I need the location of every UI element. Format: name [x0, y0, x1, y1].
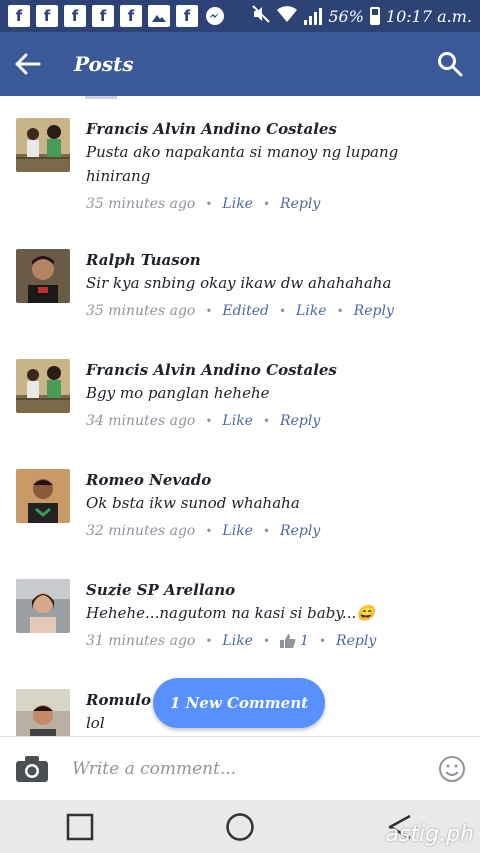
- separator-dot: •: [205, 197, 213, 211]
- separator-dot: •: [205, 524, 213, 538]
- comment-body: Suzie SP Arellano Hehehe...nagutom na ka…: [86, 579, 466, 649]
- comment-meta: 34 minutes ago • Like • Reply: [86, 413, 466, 429]
- gallery-notification-icon: [148, 5, 170, 27]
- comment-time: 32 minutes ago: [86, 523, 196, 539]
- sticker-button[interactable]: [424, 737, 480, 801]
- comment-meta: 35 minutes ago • Like • Reply: [86, 196, 466, 212]
- comment-input[interactable]: [72, 758, 402, 779]
- like-count[interactable]: 1: [280, 633, 309, 649]
- mute-icon: [252, 5, 271, 27]
- reply-button[interactable]: Reply: [354, 303, 394, 319]
- signal-icon: [304, 7, 323, 25]
- like-button[interactable]: Like: [222, 523, 253, 539]
- comment-body: Francis Alvin Andino Costales Bgy mo pan…: [86, 359, 466, 429]
- comment-body: Francis Alvin Andino Costales Pusta ako …: [86, 118, 466, 212]
- like-button[interactable]: Like: [222, 413, 253, 429]
- comment-body: Ralph Tuason Sir kya snbing okay ikaw dw…: [86, 249, 466, 319]
- comment-time: 34 minutes ago: [86, 413, 196, 429]
- app-bar: Posts: [0, 32, 480, 96]
- system-status: 56% 10:17 a.m.: [252, 5, 472, 27]
- separator-dot: •: [205, 414, 213, 428]
- battery-icon: [369, 7, 380, 25]
- reply-button[interactable]: Reply: [280, 413, 320, 429]
- facebook-notification-icon: f: [8, 5, 30, 27]
- separator-dot: •: [318, 634, 327, 648]
- camera-icon: [16, 755, 48, 782]
- separator-dot: •: [205, 634, 213, 648]
- circle-icon: [226, 812, 254, 841]
- smiley-icon: [439, 755, 465, 782]
- comment-meta: 35 minutes ago • Edited • Like • Reply: [86, 303, 466, 319]
- like-button[interactable]: Like: [296, 303, 327, 319]
- commenter-name[interactable]: Suzie SP Arellano: [86, 579, 466, 601]
- comment-composer: [0, 736, 480, 800]
- comment-text: Hehehe...nagutom na kasi si baby...😄: [86, 604, 375, 622]
- separator-dot: •: [205, 304, 213, 318]
- thumbs-up-icon: [280, 634, 296, 648]
- separator-dot: •: [262, 634, 271, 648]
- facebook-notification-icon: f: [92, 5, 114, 27]
- scroll-indicator: [85, 96, 117, 99]
- comment-text: Ok bsta ikw sunod whahaha: [86, 494, 300, 512]
- comment-meta: 32 minutes ago • Like • Reply: [86, 523, 466, 539]
- messenger-icon: [204, 5, 226, 27]
- separator-dot: •: [262, 524, 271, 538]
- comment-body: Romeo Nevado Ok bsta ikw sunod whahaha 3…: [86, 469, 466, 539]
- square-icon: [66, 813, 94, 840]
- commenter-name[interactable]: Francis Alvin Andino Costales: [86, 118, 466, 140]
- recent-apps-button[interactable]: [50, 800, 110, 853]
- status-bar: f f f f f f 56% 10:17 a.m.: [0, 0, 480, 32]
- page-title: Posts: [74, 52, 134, 76]
- like-button[interactable]: Like: [222, 196, 253, 212]
- commenter-name[interactable]: Ralph Tuason: [86, 249, 466, 271]
- avatar[interactable]: [16, 579, 70, 633]
- reply-button[interactable]: Reply: [280, 196, 320, 212]
- avatar[interactable]: [16, 359, 70, 413]
- commenter-name[interactable]: Romeo Nevado: [86, 469, 466, 491]
- facebook-notification-icon: f: [36, 5, 58, 27]
- reply-button[interactable]: Reply: [336, 633, 376, 649]
- edited-label[interactable]: Edited: [222, 303, 269, 319]
- avatar[interactable]: [16, 469, 70, 523]
- new-comment-button[interactable]: 1 New Comment: [153, 678, 325, 728]
- separator-dot: •: [262, 197, 271, 211]
- avatar[interactable]: [16, 118, 70, 172]
- watermark: astig.ph: [385, 822, 474, 847]
- camera-button[interactable]: [0, 737, 64, 801]
- comment-text: Pusta ako napakanta si manoy ng lupang h…: [86, 143, 399, 185]
- comments-list[interactable]: Francis Alvin Andino Costales Pusta ako …: [0, 96, 480, 736]
- separator-dot: •: [278, 304, 287, 318]
- comment-text: Bgy mo panglan hehehe: [86, 384, 270, 402]
- comment-time: 35 minutes ago: [86, 303, 196, 319]
- comment-meta: 31 minutes ago • Like • 1 • Reply: [86, 633, 466, 649]
- home-button[interactable]: [210, 800, 270, 853]
- back-button[interactable]: [0, 32, 56, 96]
- separator-dot: •: [336, 304, 344, 318]
- search-button[interactable]: [420, 32, 480, 96]
- facebook-notification-icon: f: [120, 5, 142, 27]
- like-button[interactable]: Like: [222, 633, 253, 649]
- commenter-name[interactable]: Francis Alvin Andino Costales: [86, 359, 466, 381]
- facebook-notification-icon: f: [176, 5, 198, 27]
- wifi-icon: [276, 5, 298, 27]
- search-icon: [438, 52, 463, 77]
- facebook-notification-icon: f: [64, 5, 86, 27]
- avatar[interactable]: [16, 689, 70, 736]
- back-arrow-icon: [15, 53, 41, 75]
- battery-percent: 56%: [328, 6, 364, 26]
- notification-icons: f f f f f f: [8, 5, 226, 27]
- comment-text: Sir kya snbing okay ikaw dw ahahahaha: [86, 274, 392, 292]
- separator-dot: •: [262, 414, 271, 428]
- like-count-value: 1: [300, 633, 309, 649]
- clock: 10:17 a.m.: [385, 6, 472, 26]
- reply-button[interactable]: Reply: [280, 523, 320, 539]
- avatar[interactable]: [16, 249, 70, 303]
- comment-time: 31 minutes ago: [86, 633, 196, 649]
- comment-time: 35 minutes ago: [86, 196, 196, 212]
